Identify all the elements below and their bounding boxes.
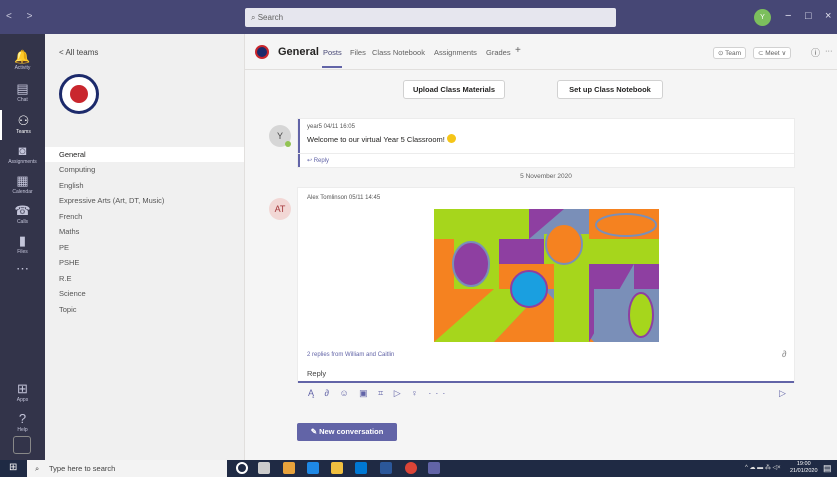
post-card: Alex Tomlinson 05/11 14:45 2 replies fro… xyxy=(297,187,795,383)
tab-class-notebook[interactable]: Class Notebook xyxy=(372,48,425,57)
rail-help[interactable]: ? Help xyxy=(0,408,45,438)
info-icon[interactable]: ⓘ xyxy=(811,46,820,59)
channel-expressive-arts[interactable]: Expressive Arts (Art, DT, Music) xyxy=(45,193,244,208)
chat-icon: ▤ xyxy=(16,81,29,96)
search-input[interactable]: ⌕ Search xyxy=(245,8,616,27)
apps-icon: ⊞ xyxy=(17,381,28,396)
reply-link[interactable]: ↩ Reply xyxy=(307,157,329,164)
rail-apps[interactable]: ⊞ Apps xyxy=(0,378,45,408)
compose-icon: ✎ xyxy=(310,427,317,436)
restore-button[interactable]: □ xyxy=(805,10,812,22)
channel-topic[interactable]: Topic xyxy=(45,302,244,317)
all-teams-link[interactable]: < All teams xyxy=(59,48,98,57)
new-conversation-button[interactable]: ✎ New conversation xyxy=(297,423,397,441)
windows-taskbar: ⊞ ⌕ Type here to search ^ ☁ ▬ ⁂ ◁× 19:00… xyxy=(0,460,837,477)
close-button[interactable]: × xyxy=(825,10,831,22)
reply-input[interactable]: Reply xyxy=(298,364,794,383)
rail-calls[interactable]: ☎ Calls xyxy=(0,200,45,230)
channel-title: General xyxy=(278,46,319,58)
taskbar-search-input[interactable]: ⌕ Type here to search xyxy=(27,460,227,477)
replies-summary-link[interactable]: 2 replies from William and Caitlin xyxy=(307,352,394,358)
composer-toolbar[interactable]: Ą ∂ ☺ ▣ ⌗ ▷ ♀ ··· xyxy=(308,388,449,399)
edge-icon[interactable] xyxy=(307,462,319,474)
rail-teams[interactable]: ⚇ Teams xyxy=(0,110,45,140)
tab-posts[interactable]: Posts xyxy=(323,48,342,57)
system-tray[interactable]: ^ ☁ ▬ ⁂ ◁× xyxy=(745,464,781,471)
meet-button[interactable]: ⊂ Meet ∨ xyxy=(753,47,792,59)
calendar-icon: ▦ xyxy=(16,173,29,188)
post-message: Welcome to our virtual Year 5 Classroom! xyxy=(307,134,456,144)
store-icon[interactable] xyxy=(283,462,295,474)
assignments-icon: ◙ xyxy=(18,143,27,158)
help-icon: ? xyxy=(18,411,27,426)
team-button[interactable]: ⊙ Team xyxy=(713,47,747,59)
user-avatar[interactable]: Y xyxy=(754,9,771,26)
channel-english[interactable]: English xyxy=(45,178,244,193)
channel-header: General Posts Files Class Notebook Assig… xyxy=(245,34,837,70)
rail-files[interactable]: ▮ Files xyxy=(0,230,45,260)
post-author: Alex Tomlinson 05/11 14:45 xyxy=(307,195,381,201)
device-icon[interactable] xyxy=(13,436,31,454)
word-icon[interactable] xyxy=(380,462,392,474)
channel-maths[interactable]: Maths xyxy=(45,224,244,239)
team-panel: < All teams Year 5 ··· General Computing… xyxy=(45,34,245,460)
file-icon: ▮ xyxy=(18,233,27,248)
team-logo xyxy=(59,74,99,114)
history-nav-arrows[interactable]: < > xyxy=(6,11,38,22)
upload-class-materials-button[interactable]: Upload Class Materials xyxy=(403,80,505,99)
channel-main: General Posts Files Class Notebook Assig… xyxy=(245,34,837,460)
channel-general[interactable]: General xyxy=(45,147,244,162)
rail-activity[interactable]: 🔔 Activity xyxy=(0,46,45,76)
rail-assignments[interactable]: ◙ Assignments xyxy=(0,140,45,170)
more-icon: ⋯ xyxy=(16,261,29,276)
post-avatar[interactable]: AT xyxy=(269,198,291,220)
search-placeholder: Search xyxy=(257,13,284,22)
geometric-artwork-image[interactable] xyxy=(434,209,659,342)
attach-icon[interactable]: ∂ xyxy=(782,349,786,359)
add-tab-button[interactable]: + xyxy=(515,45,521,56)
teams-icon: ⚇ xyxy=(17,113,30,128)
channel-logo xyxy=(255,45,269,59)
phone-icon: ☎ xyxy=(14,203,31,218)
search-icon: ⌕ xyxy=(35,464,40,473)
file-explorer-icon[interactable] xyxy=(331,462,343,474)
presence-icon xyxy=(285,141,291,147)
channel-pshe[interactable]: PSHE xyxy=(45,255,244,270)
post-author: year5 04/11 16:05 xyxy=(307,124,355,130)
rail-chat[interactable]: ▤ Chat xyxy=(0,78,45,108)
taskbar-clock[interactable]: 19:00 21/01/2020 xyxy=(790,461,818,475)
app-rail: 🔔 Activity ▤ Chat ⚇ Teams ◙ Assignments ▦ Cal… xyxy=(0,34,45,460)
channel-re[interactable]: R.E xyxy=(45,271,244,286)
send-icon[interactable]: ▷ xyxy=(779,388,786,399)
setup-class-notebook-button[interactable]: Set up Class Notebook xyxy=(557,80,663,99)
bell-icon: 🔔 xyxy=(14,49,31,64)
smile-emoji-icon xyxy=(446,134,456,143)
search-icon: ⌕ xyxy=(251,13,258,22)
active-tab-indicator xyxy=(322,66,342,68)
mail-icon[interactable] xyxy=(355,462,367,474)
teams-taskbar-icon[interactable] xyxy=(428,462,440,474)
title-bar: < > ⌕ Search Y − □ × xyxy=(0,0,837,34)
chrome-icon[interactable] xyxy=(405,462,417,474)
rail-calendar[interactable]: ▦ Calendar xyxy=(0,170,45,200)
channel-french[interactable]: French xyxy=(45,209,244,224)
post-card: year5 04/11 16:05 Welcome to our virtual… xyxy=(297,118,795,168)
tab-assignments[interactable]: Assignments xyxy=(434,48,477,57)
minimize-button[interactable]: − xyxy=(785,10,791,22)
more-options-button[interactable]: ··· xyxy=(825,46,833,55)
channel-computing[interactable]: Computing xyxy=(45,162,244,177)
date-divider: 5 November 2020 xyxy=(520,173,572,180)
notifications-icon[interactable]: ▤ xyxy=(823,463,832,474)
channel-science[interactable]: Science xyxy=(45,286,244,301)
cortana-icon[interactable] xyxy=(236,462,248,474)
tab-files[interactable]: Files xyxy=(350,48,366,57)
channel-pe[interactable]: PE xyxy=(45,240,244,255)
rail-more[interactable]: ⋯ xyxy=(0,258,45,288)
windows-start-icon[interactable]: ⊞ xyxy=(9,462,17,473)
task-view-icon[interactable] xyxy=(258,462,270,474)
tab-grades[interactable]: Grades xyxy=(486,48,511,57)
